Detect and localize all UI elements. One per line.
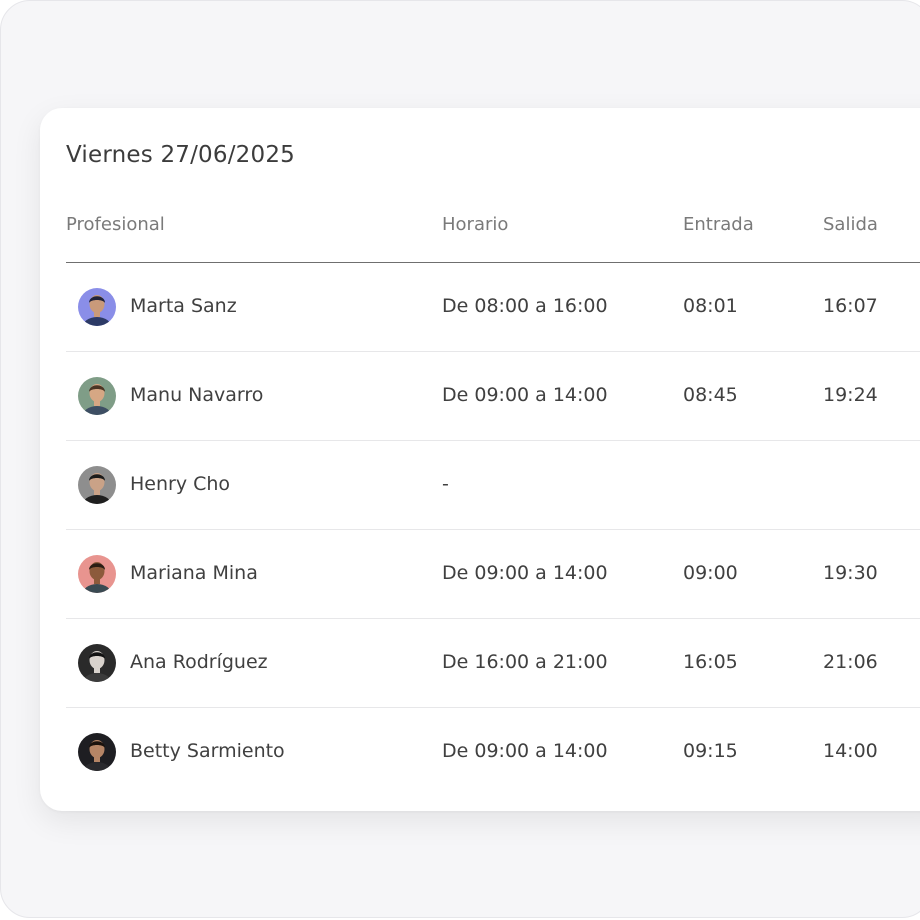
column-header-profesional: Profesional	[66, 214, 165, 235]
exit-time-cell: 19:30	[823, 562, 878, 584]
table-row[interactable]: Henry Cho -	[66, 441, 920, 530]
table-row[interactable]: Manu Navarro De 09:00 a 14:00 08:45 19:2…	[66, 352, 920, 441]
avatar-portrait-icon	[78, 288, 116, 326]
avatar	[78, 466, 116, 504]
schedule-cell: De 09:00 a 14:00	[442, 740, 608, 762]
professional-name: Betty Sarmiento	[130, 740, 285, 762]
schedule-cell: De 09:00 a 14:00	[442, 384, 608, 406]
avatar	[78, 288, 116, 326]
entry-time-cell: 08:45	[683, 384, 738, 406]
column-header-horario: Horario	[442, 214, 509, 235]
table-body: Marta Sanz De 08:00 a 16:00 08:01 16:07 …	[66, 263, 920, 796]
professional-name: Ana Rodríguez	[130, 651, 268, 673]
avatar-portrait-icon	[78, 377, 116, 415]
schedule-cell: -	[442, 473, 449, 495]
exit-time-cell: 19:24	[823, 384, 878, 406]
avatar	[78, 555, 116, 593]
avatar	[78, 377, 116, 415]
professional-name: Marta Sanz	[130, 295, 237, 317]
schedule-cell: De 08:00 a 16:00	[442, 295, 608, 317]
background-frame: Viernes 27/06/2025 Profesional Horario E…	[0, 0, 920, 918]
attendance-card: Viernes 27/06/2025 Profesional Horario E…	[40, 108, 920, 811]
table-row[interactable]: Marta Sanz De 08:00 a 16:00 08:01 16:07	[66, 263, 920, 352]
professional-name: Manu Navarro	[130, 384, 264, 406]
column-header-salida: Salida	[823, 214, 878, 235]
professional-name: Henry Cho	[130, 473, 231, 495]
table-row[interactable]: Ana Rodríguez De 16:00 a 21:00 16:05 21:…	[66, 619, 920, 708]
column-header-entrada: Entrada	[683, 214, 754, 235]
avatar-portrait-icon	[78, 733, 116, 771]
date-title: Viernes 27/06/2025	[66, 142, 296, 168]
avatar	[78, 733, 116, 771]
avatar-portrait-icon	[78, 466, 116, 504]
schedule-cell: De 09:00 a 14:00	[442, 562, 608, 584]
professional-name: Mariana Mina	[130, 562, 258, 584]
entry-time-cell: 09:00	[683, 562, 738, 584]
exit-time-cell: 14:00	[823, 740, 878, 762]
avatar	[78, 644, 116, 682]
avatar-portrait-icon	[78, 555, 116, 593]
avatar-portrait-icon	[78, 644, 116, 682]
exit-time-cell: 21:06	[823, 651, 878, 673]
table-header: Profesional Horario Entrada Salida	[66, 200, 920, 263]
table-row[interactable]: Mariana Mina De 09:00 a 14:00 09:00 19:3…	[66, 530, 920, 619]
exit-time-cell: 16:07	[823, 295, 878, 317]
table-row[interactable]: Betty Sarmiento De 09:00 a 14:00 09:15 1…	[66, 708, 920, 796]
schedule-cell: De 16:00 a 21:00	[442, 651, 608, 673]
entry-time-cell: 09:15	[683, 740, 738, 762]
entry-time-cell: 16:05	[683, 651, 738, 673]
entry-time-cell: 08:01	[683, 295, 738, 317]
